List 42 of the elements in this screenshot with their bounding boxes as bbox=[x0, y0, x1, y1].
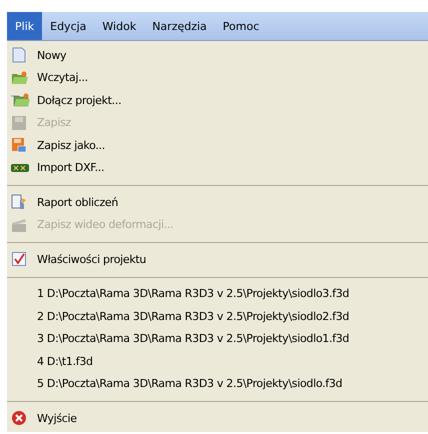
menu-item-label: Zapisz jako... bbox=[37, 138, 105, 152]
menu-item-label: Dołącz projekt... bbox=[37, 94, 122, 107]
recent-file-item[interactable]: 2 D:\Poczta\Rama 3D\Rama R3D3 v 2.5\Projekty\siodlo2.f3d bbox=[7, 305, 428, 328]
menu-item[interactable]: Import DXF... bbox=[7, 156, 428, 179]
menu-item[interactable]: Zapisz jako... bbox=[7, 134, 428, 156]
menu-item-label: Import DXF... bbox=[37, 161, 104, 174]
file-path: 2 D:\Poczta\Rama 3D\Rama R3D3 v 2.5\Projekty\siodlo2.f3d bbox=[37, 310, 350, 323]
menu-item-label: Właściwości projektu bbox=[37, 252, 146, 266]
recent-file-item[interactable]: 4 D:\t1.f3d bbox=[7, 350, 428, 372]
clapper-icon bbox=[11, 216, 27, 233]
menu-item[interactable]: Raport obliczeń bbox=[7, 191, 428, 214]
menu-item-label: Wczytaj... bbox=[37, 71, 88, 84]
floppy-icon bbox=[11, 114, 27, 131]
recent-file-item[interactable]: 3 D:\Poczta\Rama 3D\Rama R3D3 v 2.5\Projekty\siodlo1.f3d bbox=[7, 328, 428, 350]
menu-item[interactable]: Wczytaj... bbox=[7, 66, 428, 89]
report-icon bbox=[11, 194, 29, 210]
menu-tab[interactable]: Narzędzia bbox=[144, 12, 215, 40]
menu-item[interactable]: Nowy bbox=[7, 44, 428, 66]
file-path: 5 D:\Poczta\Rama 3D\Rama R3D3 v 2.5\Projekty\siodlo.f3d bbox=[37, 377, 342, 390]
menu-item[interactable]: Wyjście bbox=[7, 407, 428, 430]
menu-tab[interactable]: Pomoc bbox=[214, 12, 268, 40]
menu-tab[interactable]: Widok bbox=[94, 12, 144, 40]
menu-item-label: Wyjście bbox=[37, 412, 77, 425]
file-path: 1 D:\Poczta\Rama 3D\Rama R3D3 v 2.5\Projekty\siodlo3.f3d bbox=[37, 287, 350, 300]
menu-item-label: Raport obliczeń bbox=[37, 196, 118, 209]
menu-item[interactable]: Dołącz projekt... bbox=[7, 89, 428, 112]
folder-icon bbox=[11, 92, 31, 108]
menu-item-label: Zapisz wideo deformacji... bbox=[37, 218, 174, 232]
floppy-icon bbox=[11, 137, 27, 154]
file-path: 4 D:\t1.f3d bbox=[37, 354, 93, 368]
file-path: 3 D:\Poczta\Rama 3D\Rama R3D3 v 2.5\Projekty\siodlo1.f3d bbox=[37, 332, 350, 346]
folder-icon bbox=[11, 70, 29, 86]
checkbox-icon bbox=[11, 251, 27, 268]
menu-tab[interactable]: Edycja bbox=[42, 12, 94, 40]
page-icon bbox=[11, 47, 27, 64]
menu-item-label: Zapisz bbox=[37, 116, 72, 130]
recent-file-item[interactable]: 5 D:\Poczta\Rama 3D\Rama R3D3 v 2.5\Projekty\siodlo.f3d bbox=[7, 372, 428, 395]
menu-tab[interactable]: Plik bbox=[7, 12, 42, 40]
menu-item[interactable]: Właściwości projektu bbox=[7, 248, 428, 270]
close-icon bbox=[11, 410, 27, 426]
menu-item-label: Nowy bbox=[37, 48, 66, 62]
recent-file-item[interactable]: 1 D:\Poczta\Rama 3D\Rama R3D3 v 2.5\Projekty\siodlo3.f3d bbox=[7, 282, 428, 305]
